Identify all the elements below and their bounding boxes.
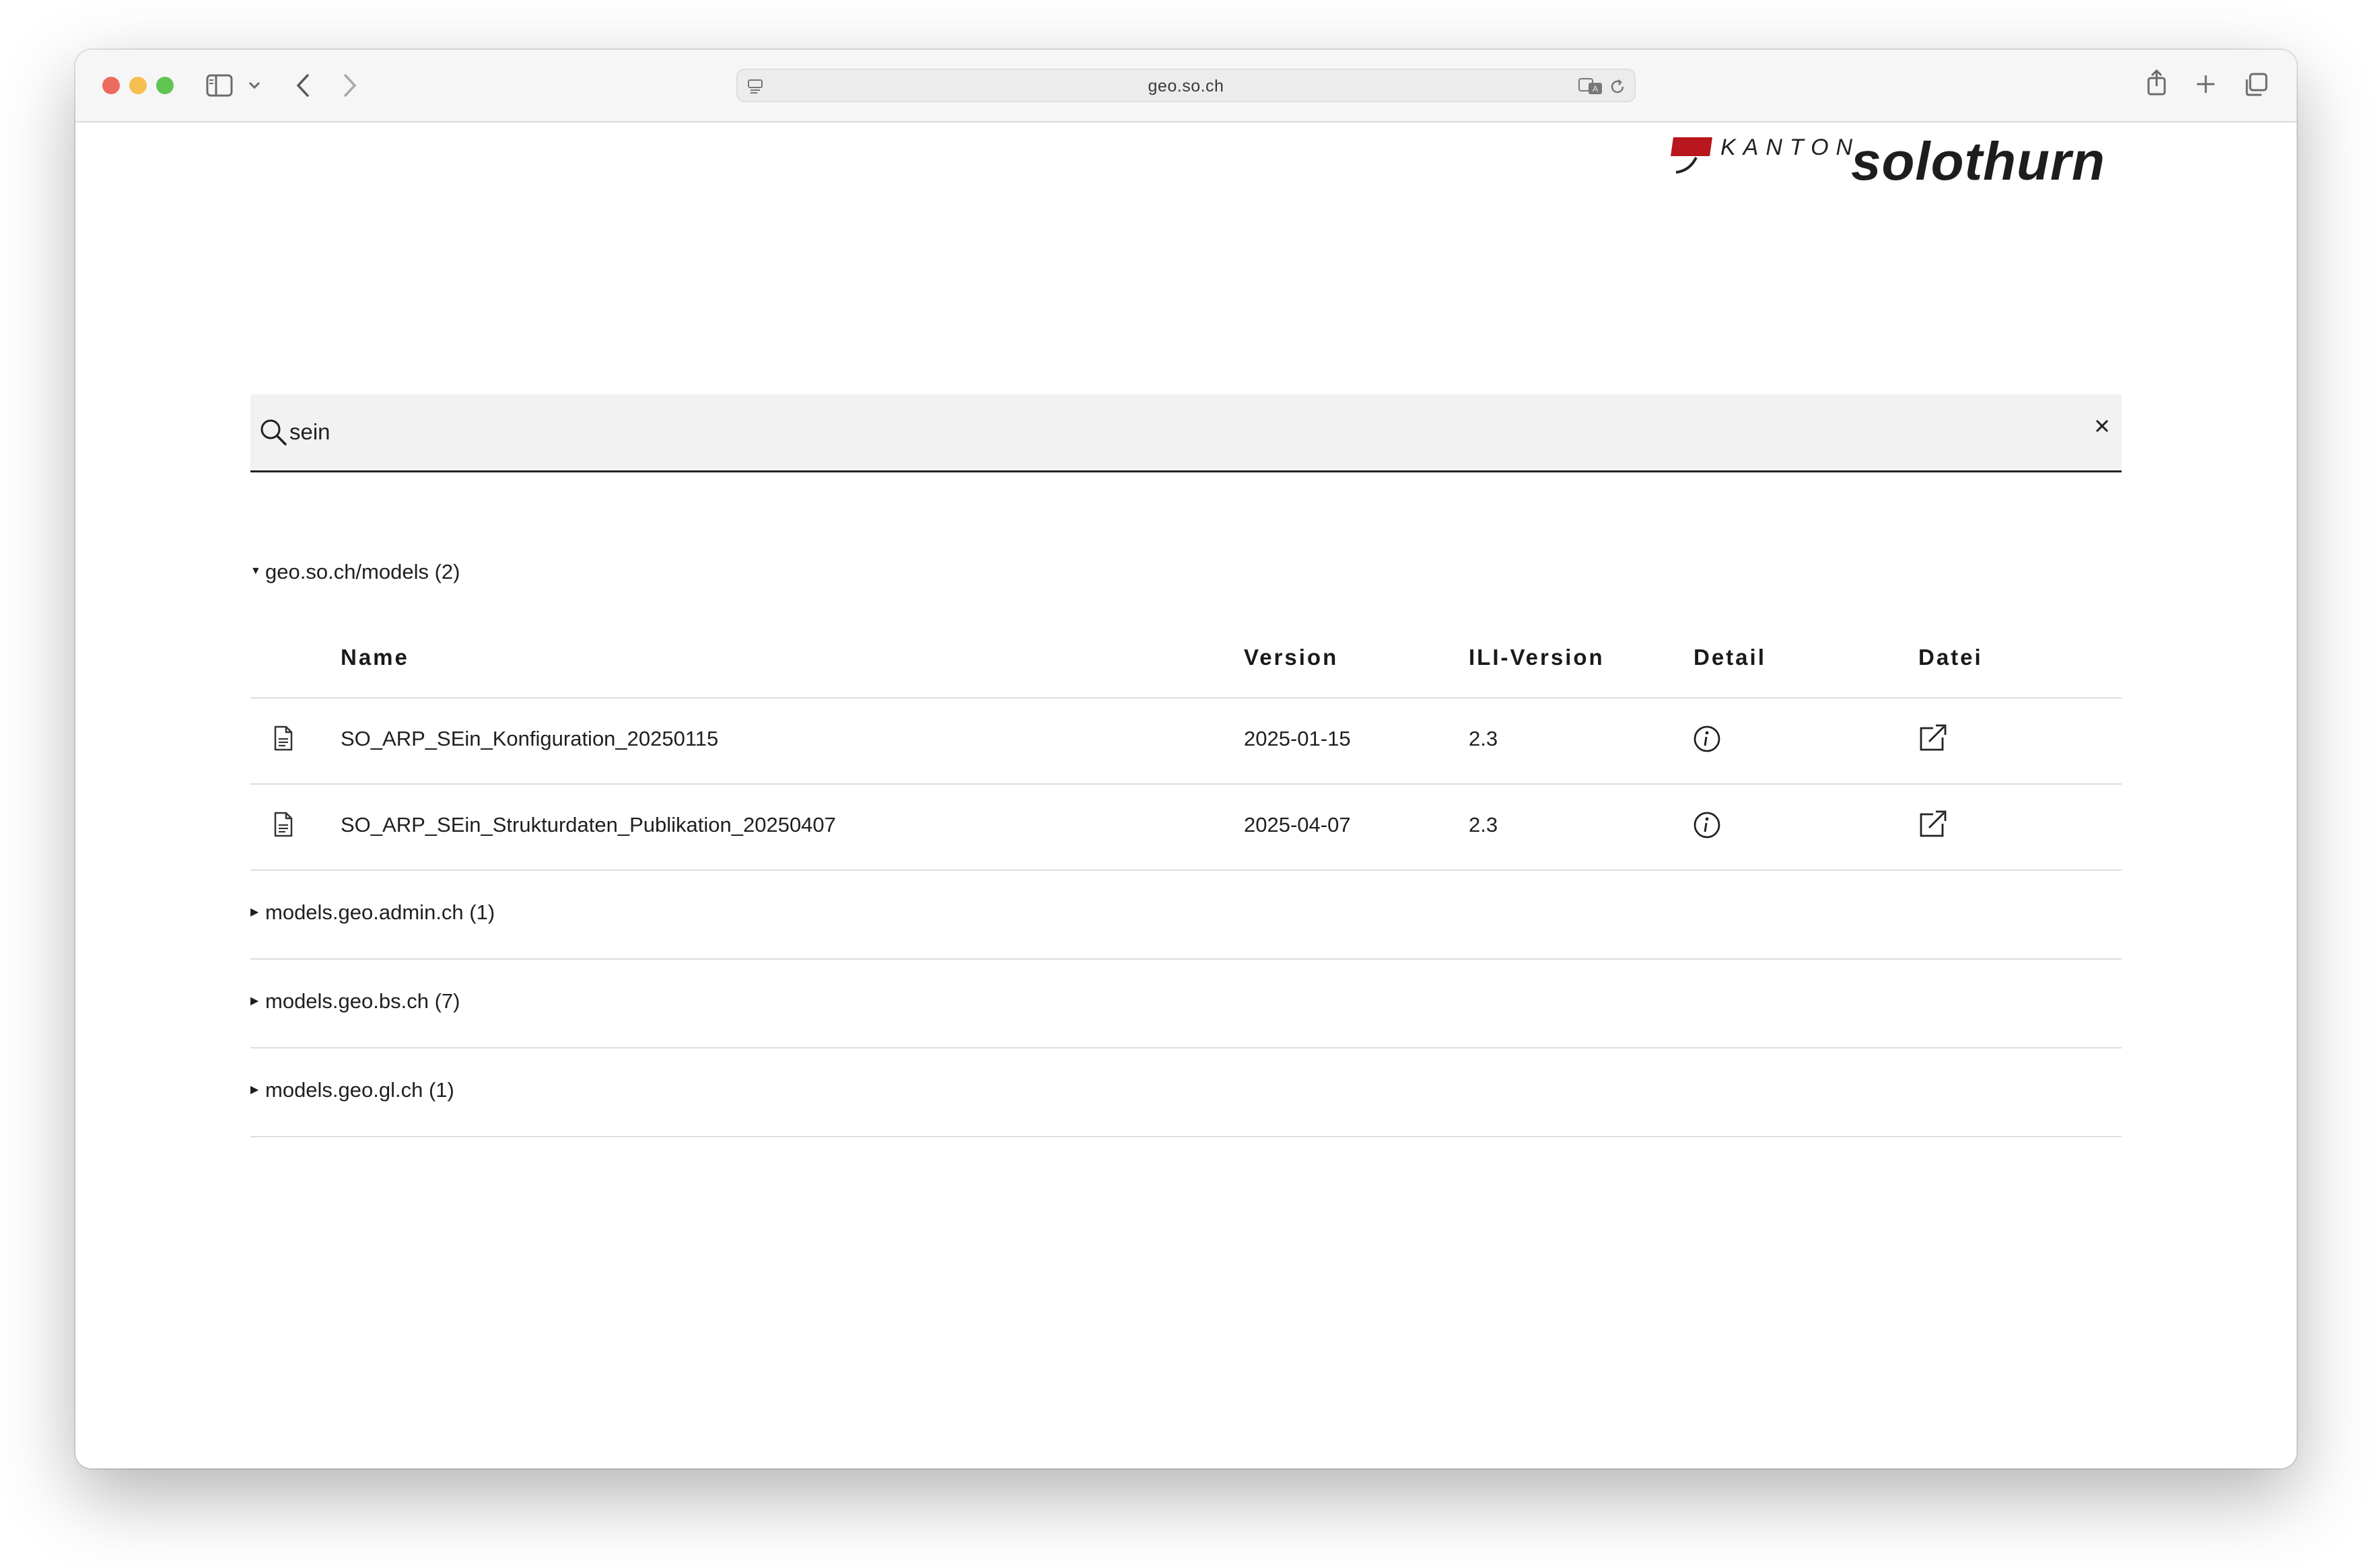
- caret-right-icon: ▶: [250, 906, 259, 918]
- search-input[interactable]: [289, 413, 2039, 451]
- clear-search-icon[interactable]: [2095, 419, 2109, 433]
- table-divider: [250, 697, 2122, 699]
- caret-right-icon: ▶: [250, 995, 259, 1007]
- group-header-geo-so-ch[interactable]: ▼ geo.so.ch/models (2): [250, 560, 460, 584]
- group-label: geo.so.ch/models (2): [265, 560, 460, 583]
- column-header-datei: Datei: [1918, 645, 1983, 670]
- file-icon: [274, 725, 293, 751]
- browser-toolbar: geo.so.ch A: [75, 50, 2297, 122]
- group-label: models.geo.gl.ch (1): [265, 1078, 454, 1102]
- group-header-models-geo-bs-ch[interactable]: ▶ models.geo.bs.ch (7): [250, 989, 460, 1013]
- close-window-button[interactable]: [102, 77, 120, 94]
- minimize-window-button[interactable]: [129, 77, 147, 94]
- address-bar[interactable]: geo.so.ch A: [736, 69, 1636, 102]
- table-divider: [250, 869, 2122, 871]
- group-divider: [250, 958, 2122, 960]
- translate-icon[interactable]: A: [1578, 77, 1603, 96]
- logo-swoosh-icon: [1675, 157, 1698, 174]
- external-link-icon[interactable]: [1917, 723, 1948, 754]
- new-tab-icon[interactable]: [2196, 74, 2216, 94]
- model-name: SO_ARP_SEin_Strukturdaten_Publikation_20…: [341, 813, 836, 836]
- chevron-down-icon[interactable]: [248, 81, 261, 90]
- file-icon: [274, 812, 293, 837]
- sidebar-toggle-icon[interactable]: [206, 74, 233, 97]
- logo-flag: [1671, 137, 1712, 156]
- info-icon[interactable]: [1692, 810, 1722, 840]
- forward-arrow-icon[interactable]: [342, 73, 358, 98]
- kanton-solothurn-logo[interactable]: KANTON solothurn: [1663, 131, 2134, 205]
- search-bar: [250, 394, 2122, 472]
- model-version: 2025-01-15: [1244, 727, 1351, 750]
- url-text: geo.so.ch: [1148, 77, 1224, 96]
- page-content: KANTON solothurn ▼ geo.so.ch/models (2) N…: [75, 122, 2297, 1468]
- group-header-models-geo-gl-ch[interactable]: ▶ models.geo.gl.ch (1): [250, 1078, 454, 1102]
- info-icon[interactable]: [1692, 724, 1722, 754]
- group-divider: [250, 1047, 2122, 1048]
- caret-down-icon: ▼: [250, 565, 261, 577]
- search-icon: [260, 419, 287, 446]
- column-header-detail: Detail: [1694, 645, 1766, 670]
- column-header-ili-version: ILI-Version: [1469, 645, 1605, 670]
- maximize-window-button[interactable]: [156, 77, 174, 94]
- group-header-models-geo-admin-ch[interactable]: ▶ models.geo.admin.ch (1): [250, 900, 495, 925]
- model-ili-version: 2.3: [1469, 813, 1498, 836]
- column-header-name: Name: [341, 645, 409, 670]
- model-ili-version: 2.3: [1469, 727, 1498, 750]
- back-arrow-icon[interactable]: [295, 73, 311, 98]
- logo-name-text: solothurn: [1851, 131, 2105, 191]
- browser-window: geo.so.ch A KANTON solothurn sein ▼ geo.…: [75, 50, 2297, 1468]
- tab-overview-icon[interactable]: [2244, 73, 2268, 97]
- svg-text:A: A: [1593, 84, 1598, 94]
- reload-icon[interactable]: [1609, 78, 1626, 96]
- table-divider: [250, 783, 2122, 785]
- share-icon[interactable]: [2146, 69, 2167, 97]
- model-name: SO_ARP_SEin_Konfiguration_20250115: [341, 727, 719, 750]
- external-link-icon[interactable]: [1917, 809, 1948, 840]
- logo-kanton-text: KANTON: [1720, 135, 1860, 160]
- group-label: models.geo.bs.ch (7): [265, 989, 460, 1013]
- group-label: models.geo.admin.ch (1): [265, 900, 495, 924]
- group-divider: [250, 1136, 2122, 1137]
- column-header-version: Version: [1244, 645, 1339, 670]
- model-version: 2025-04-07: [1244, 813, 1351, 836]
- caret-right-icon: ▶: [250, 1083, 259, 1096]
